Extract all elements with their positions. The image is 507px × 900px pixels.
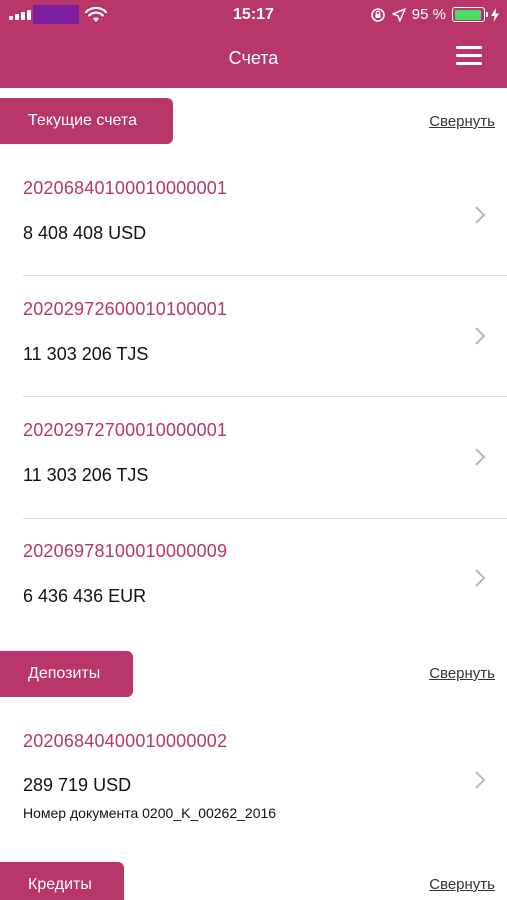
- account-row[interactable]: 20206840100010000001 8 408 408 USD: [23, 160, 493, 272]
- battery-level-fill: [454, 9, 482, 20]
- row-divider: [23, 275, 507, 276]
- battery-percent: 95 %: [411, 6, 446, 23]
- top-bar: 15:17 95 % Счета: [0, 0, 507, 88]
- charging-bolt-icon: [491, 7, 499, 22]
- status-right-group: 95 %: [370, 6, 499, 23]
- location-arrow-icon: [392, 7, 406, 22]
- rotation-lock-icon: [370, 7, 385, 22]
- account-number: 20202972600010100001: [23, 299, 228, 319]
- account-balance: 6 436 436 EUR: [23, 586, 147, 606]
- account-document-number: Номер документа 0200_K_00262_2016: [23, 805, 277, 821]
- chevron-right-icon: [475, 569, 486, 587]
- account-row[interactable]: 20202972700010000001 11 303 206 TJS: [23, 403, 493, 515]
- account-balance: 8 408 408 USD: [23, 223, 147, 243]
- account-row[interactable]: 20202972600010100001 11 303 206 TJS: [23, 282, 493, 394]
- account-row[interactable]: 20206840400010000002 289 719 USD Номер д…: [23, 715, 493, 835]
- account-number: 20206978100010000009: [23, 541, 228, 561]
- section-tab-deposits[interactable]: Депозиты: [0, 651, 133, 697]
- collapse-current-accounts-link[interactable]: Свернуть: [429, 113, 495, 130]
- account-number: 20202972700010000001: [23, 420, 228, 440]
- account-balance: 289 719 USD: [23, 775, 132, 795]
- page-title: Счета: [228, 48, 279, 68]
- battery-icon: [452, 7, 488, 22]
- collapse-deposits-link[interactable]: Свернуть: [429, 665, 495, 682]
- row-divider: [23, 396, 507, 397]
- status-bar: 15:17 95 %: [0, 0, 507, 30]
- chevron-right-icon: [475, 206, 486, 224]
- account-row[interactable]: 20206978100010000009 6 436 436 EUR: [23, 524, 493, 644]
- section-tab-current-accounts[interactable]: Текущие счета: [0, 98, 173, 144]
- account-balance: 11 303 206 TJS: [23, 465, 149, 485]
- account-balance: 11 303 206 TJS: [23, 344, 149, 364]
- chevron-right-icon: [475, 327, 486, 345]
- section-tab-credits[interactable]: Кредиты: [0, 862, 124, 900]
- account-number: 20206840100010000001: [23, 178, 228, 198]
- row-divider: [23, 518, 507, 519]
- account-number: 20206840400010000002: [23, 731, 228, 751]
- chevron-right-icon: [475, 448, 486, 466]
- chevron-right-icon: [475, 771, 486, 789]
- hamburger-menu-button[interactable]: [456, 46, 482, 66]
- collapse-credits-link[interactable]: Свернуть: [429, 876, 495, 893]
